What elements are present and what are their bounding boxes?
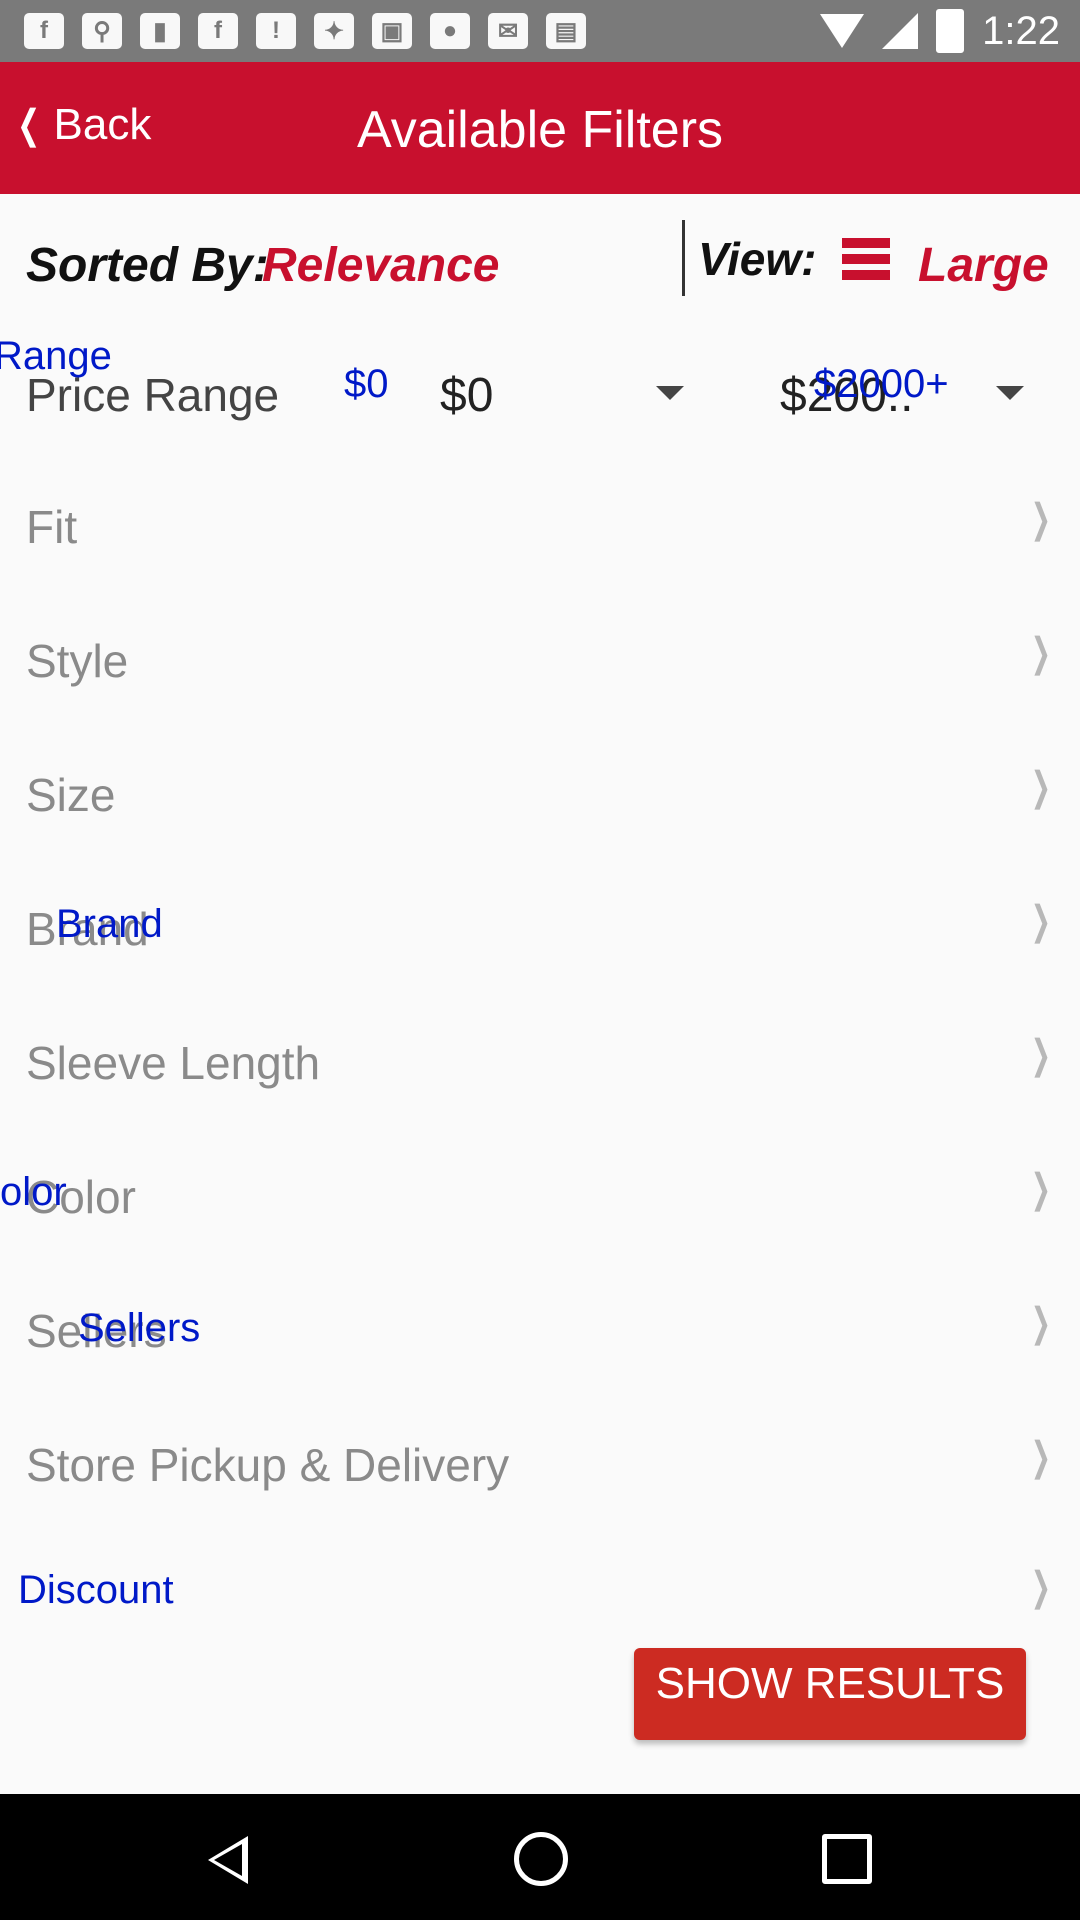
price-range-label: Price Range (26, 369, 280, 421)
show-results-label: SHOW RESULTS (655, 1659, 1005, 1708)
chevron-right-icon: ❯ (1031, 1565, 1052, 1609)
sort-bar: Sorted By: Relevance View: Large (0, 194, 1080, 328)
filter-label: Fit (26, 501, 78, 553)
facebook-icon: f (24, 13, 64, 49)
status-right: 1:22 (820, 0, 1060, 62)
clock: 1:22 (982, 8, 1060, 53)
max-price-dropdown-arrow-icon[interactable] (996, 386, 1024, 400)
filter-row-brand[interactable]: Brand Brand ❯ (0, 860, 1080, 996)
filter-row-sleeve-length[interactable]: Sleeve Length ❯ (0, 994, 1080, 1130)
bag-icon: ▤ (546, 13, 586, 49)
app-icon: ● (430, 13, 470, 49)
chevron-right-icon: ❯ (1031, 631, 1052, 675)
min-price-dropdown[interactable]: $0 (440, 368, 493, 423)
chevron-right-icon: ❯ (1031, 765, 1052, 809)
sim-icon: ▮ (140, 13, 180, 49)
chevron-right-icon: ❯ (1031, 1435, 1052, 1479)
min-price-badge: $0 (344, 362, 389, 406)
filter-row-size[interactable]: Size ❯ (0, 726, 1080, 862)
chevron-right-icon: ❯ (1031, 1167, 1052, 1211)
status-bar: f ⚲ ▮ f ! ✦ ▣ ● ✉ ▤ 1:22 (0, 0, 1080, 62)
notification-icons: f ⚲ ▮ f ! ✦ ▣ ● ✉ ▤ (24, 10, 586, 52)
filter-row-color[interactable]: Color olor ❯ (0, 1128, 1080, 1264)
sorted-by-label: Sorted By: (26, 239, 269, 292)
filter-row-store-pickup-delivery[interactable]: Store Pickup & Delivery ❯ (0, 1396, 1080, 1532)
filter-row-fit[interactable]: Fit ❯ (0, 458, 1080, 594)
nav-home-icon[interactable] (514, 1832, 568, 1886)
system-nav-bar (0, 1794, 1080, 1920)
filter-overlay-label: olor (0, 1170, 67, 1214)
chevron-right-icon: ❯ (1031, 1301, 1052, 1345)
nav-recent-apps-icon[interactable] (822, 1834, 872, 1884)
max-price-badge: $2000+ (814, 362, 949, 406)
filter-row-sellers[interactable]: Sellers Sellers ❯ (0, 1262, 1080, 1398)
filter-label: Sleeve Length (26, 1037, 321, 1089)
show-results-button[interactable]: SHOW RESULTS (634, 1648, 1026, 1740)
chevron-right-icon: ❯ (1031, 899, 1052, 943)
facebook-icon: f (198, 13, 238, 49)
page-title-text: Available Filters (356, 101, 724, 159)
app-header: ❮ Back Available Filters (0, 62, 1080, 194)
min-price-dropdown-arrow-icon[interactable] (656, 386, 684, 400)
page-title: Available Filters (0, 100, 1080, 160)
view-label: View: (698, 233, 817, 285)
view-selector[interactable]: Large (918, 238, 1049, 293)
divider (682, 220, 685, 296)
sort-selector[interactable]: Relevance (262, 238, 500, 293)
filter-label: Size (26, 769, 116, 821)
filter-label: Style (26, 635, 129, 687)
checkmail-icon: ✉ (488, 13, 528, 49)
wifi-icon (820, 14, 865, 48)
chevron-right-icon: ❯ (1031, 497, 1052, 541)
battery-icon (936, 9, 965, 53)
signal-icon (882, 13, 919, 49)
fake-gps-icon: ✦ (314, 13, 354, 49)
filter-overlay-label: Brand (56, 902, 163, 946)
pin-icon: ⚲ (82, 13, 122, 49)
chevron-right-icon: ❯ (1031, 1033, 1052, 1077)
filter-overlay-label: Discount (18, 1568, 174, 1612)
list-view-icon[interactable] (842, 238, 890, 280)
filter-row-style[interactable]: Style ❯ (0, 592, 1080, 728)
nav-back-icon[interactable] (208, 1836, 248, 1884)
alert-icon: ! (256, 13, 296, 49)
price-range-row: Range Price Range $0 $0 $200.. $2000+ (0, 326, 1080, 460)
filter-label: Store Pickup & Delivery (26, 1439, 510, 1491)
lock-icon: ▣ (372, 13, 412, 49)
filter-overlay-label: Sellers (78, 1306, 201, 1350)
